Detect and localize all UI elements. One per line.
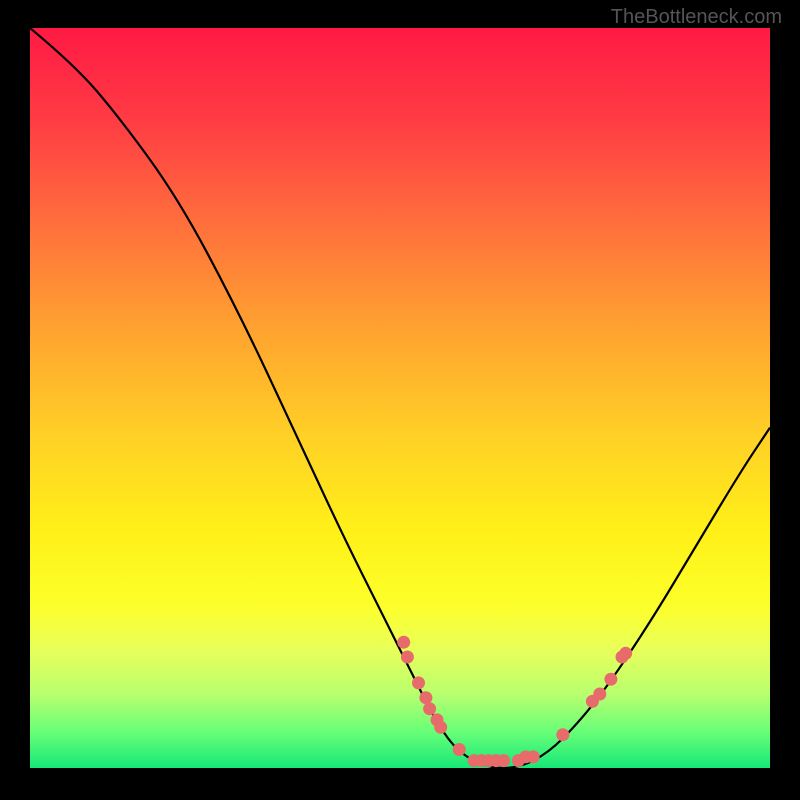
bottleneck-curve (30, 28, 770, 768)
data-marker (434, 721, 447, 734)
data-marker (423, 702, 436, 715)
data-marker (593, 688, 606, 701)
chart-svg (30, 28, 770, 768)
data-marker (419, 691, 432, 704)
data-marker (453, 743, 466, 756)
data-marker (619, 647, 632, 660)
data-marker (397, 636, 410, 649)
data-marker (604, 673, 617, 686)
data-marker (412, 676, 425, 689)
data-marker (556, 728, 569, 741)
data-marker (401, 651, 414, 664)
watermark-text: TheBottleneck.com (611, 6, 782, 29)
data-markers (397, 636, 632, 767)
data-marker (497, 754, 510, 767)
data-marker (527, 750, 540, 763)
plot-area (30, 28, 770, 768)
